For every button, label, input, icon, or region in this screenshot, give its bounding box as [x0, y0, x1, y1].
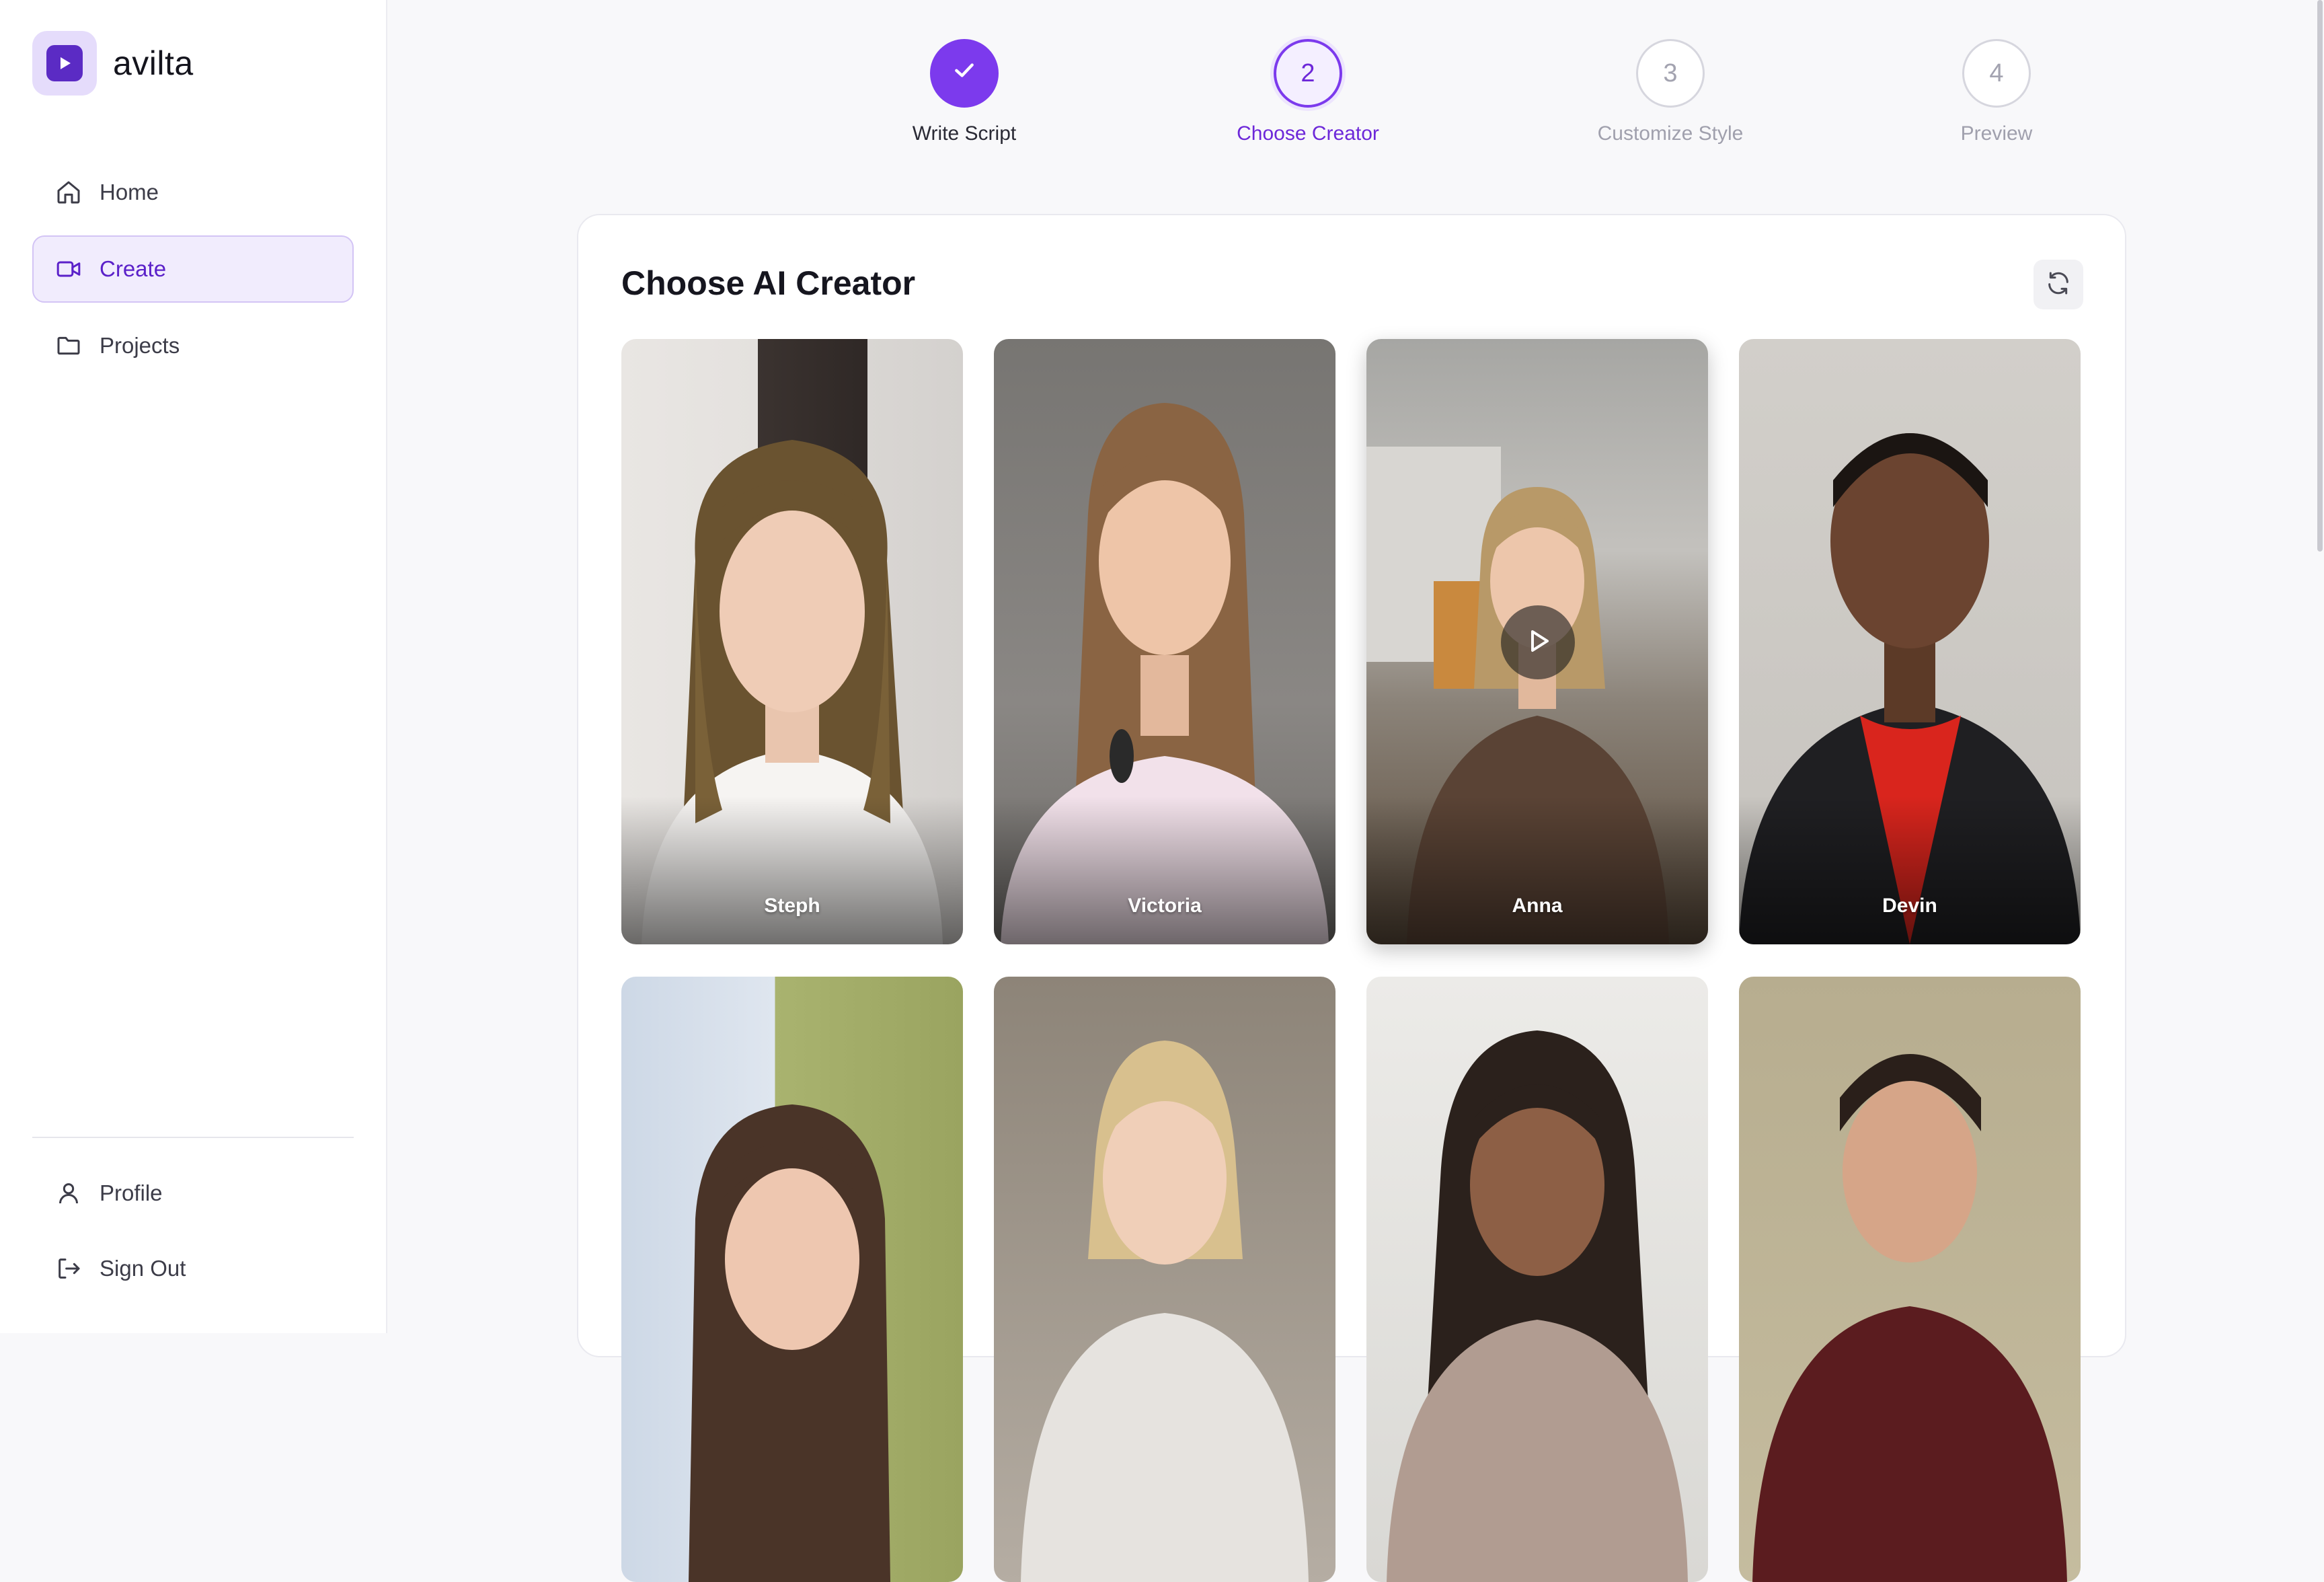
step-write-script[interactable]: Write Script	[843, 39, 1085, 145]
choose-creator-card: Choose AI Creator Steph Victoria Anna De…	[577, 214, 2126, 1582]
sidebar-divider	[32, 1137, 354, 1138]
creator-portrait	[689, 1104, 890, 1582]
creator-card-devin[interactable]: Devin	[1739, 339, 2081, 944]
step-label: Preview	[1960, 122, 2033, 145]
sidebar-item-label: Profile	[100, 1180, 163, 1205]
creator-portrait	[1752, 1054, 2067, 1582]
page-scrollbar[interactable]	[2316, 0, 2324, 552]
refresh-icon	[2045, 270, 2072, 300]
sidebar-nav: Home Create Projects	[32, 159, 354, 389]
step-circle: 2	[1274, 39, 1342, 108]
creator-name: Steph	[764, 895, 820, 917]
home-icon	[55, 179, 82, 206]
refresh-button[interactable]	[2034, 260, 2083, 309]
step-customize-style[interactable]: 3 Customize Style	[1549, 39, 1791, 145]
step-circle	[930, 39, 999, 108]
sidebar-item-create[interactable]: Create	[32, 235, 354, 303]
sidebar-item-label: Home	[100, 180, 159, 204]
sidebar-item-sign-out[interactable]: Sign Out	[32, 1235, 354, 1302]
progress-stepper: Write Script 2 Choose Creator 3 Customiz…	[387, 0, 2324, 202]
sign-out-icon	[55, 1255, 82, 1282]
creator-card-victoria[interactable]: Victoria	[994, 339, 1335, 944]
sidebar-item-home[interactable]: Home	[32, 159, 354, 226]
sidebar-item-projects[interactable]: Projects	[32, 312, 354, 379]
folder-icon	[55, 332, 82, 359]
creator-card[interactable]	[1739, 977, 2081, 1582]
play-icon	[1522, 625, 1554, 661]
step-circle: 4	[1962, 39, 2031, 108]
sidebar-bottom-nav: Profile Sign Out	[32, 1160, 354, 1310]
brand[interactable]: avilta	[32, 31, 194, 96]
step-label: Write Script	[912, 122, 1017, 145]
card-title: Choose AI Creator	[621, 264, 916, 302]
step-choose-creator[interactable]: 2 Choose Creator	[1187, 39, 1429, 145]
step-circle: 3	[1636, 39, 1705, 108]
checkmark-icon	[951, 57, 978, 90]
creator-card[interactable]	[621, 977, 963, 1582]
creator-card-anna[interactable]: Anna	[1366, 339, 1708, 944]
avilta-logo-icon	[32, 31, 97, 96]
user-icon	[55, 1180, 82, 1207]
step-label: Choose Creator	[1237, 122, 1379, 145]
step-preview[interactable]: 4 Preview	[1875, 39, 2118, 145]
video-camera-icon	[55, 256, 82, 282]
creator-name: Devin	[1882, 895, 1937, 917]
creator-name: Victoria	[1128, 895, 1202, 917]
app-name: avilta	[113, 44, 194, 82]
sidebar-item-profile[interactable]: Profile	[32, 1160, 354, 1227]
creator-name: Anna	[1512, 895, 1563, 917]
creator-card-steph[interactable]: Steph	[621, 339, 963, 944]
sidebar-item-label: Projects	[100, 333, 180, 358]
scrollbar-thumb[interactable]	[2317, 0, 2323, 552]
creator-portrait	[1021, 1041, 1309, 1582]
creator-card[interactable]	[1366, 977, 1708, 1582]
creator-card[interactable]	[994, 977, 1335, 1582]
sidebar-item-label: Sign Out	[100, 1256, 186, 1281]
creator-portrait	[1387, 1030, 1688, 1582]
sidebar: avilta Home Create Projects Profile Sign…	[0, 0, 387, 1333]
play-preview-button[interactable]	[1501, 605, 1575, 679]
step-label: Customize Style	[1597, 122, 1744, 145]
sidebar-item-label: Create	[100, 256, 167, 281]
